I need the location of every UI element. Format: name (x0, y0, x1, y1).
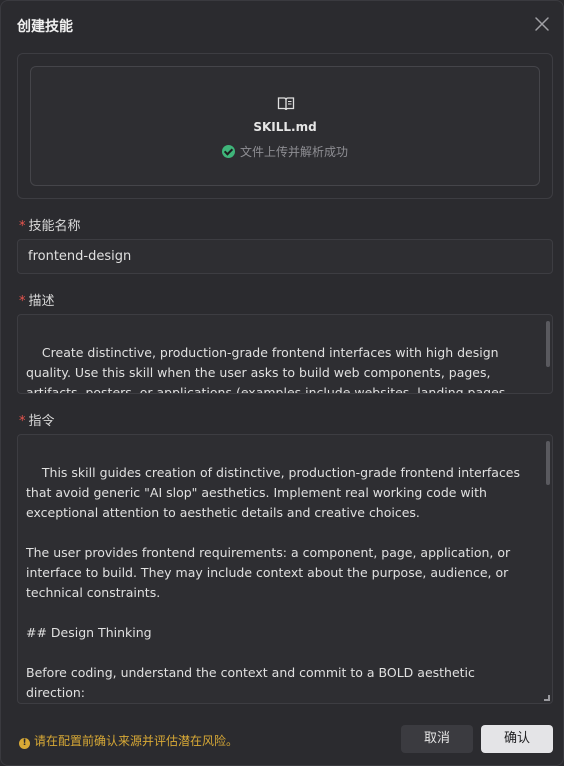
upload-status: 文件上传并解析成功 (31, 143, 539, 160)
upload-dropzone[interactable]: SKILL.md 文件上传并解析成功 (30, 66, 540, 186)
risk-warning-text: 请在配置前确认来源并评估潜在风险。 (34, 734, 239, 748)
description-label-text: 描述 (28, 294, 55, 309)
description-scrollbar[interactable] (546, 321, 550, 367)
cancel-button[interactable]: 取消 (401, 725, 473, 753)
required-mark: * (19, 294, 26, 309)
skill-name-input[interactable]: frontend-design (17, 239, 553, 274)
description-text: Create distinctive, production-grade fro… (26, 345, 510, 394)
instruction-label-text: 指令 (28, 414, 55, 429)
instruction-label: * 指令 (19, 410, 55, 429)
instruction-scrollbar[interactable] (546, 441, 550, 485)
description-label: * 描述 (19, 290, 55, 309)
confirm-button[interactable]: 确认 (481, 725, 553, 753)
required-mark: * (19, 219, 26, 234)
description-textarea[interactable]: Create distinctive, production-grade fro… (17, 314, 553, 394)
resize-handle[interactable] (544, 695, 550, 701)
check-circle-icon (221, 145, 235, 158)
required-mark: * (19, 414, 26, 429)
uploaded-file-name: SKILL.md (253, 120, 317, 134)
instruction-textarea[interactable]: This skill guides creation of distinctiv… (17, 434, 553, 704)
risk-warning: ! 请在配置前确认来源并评估潜在风险。 (19, 732, 238, 749)
create-skill-dialog: 创建技能 SKILL.md 文件上传并解析成功 * 技能名称 frontend-d… (0, 0, 564, 766)
skill-name-label-text: 技能名称 (28, 219, 81, 234)
warning-icon: ! (19, 738, 30, 749)
instruction-text: This skill guides creation of distinctiv… (26, 465, 521, 700)
upload-area: SKILL.md 文件上传并解析成功 (17, 53, 553, 199)
book-icon (277, 96, 295, 112)
upload-status-text: 文件上传并解析成功 (239, 145, 348, 159)
skill-name-label: * 技能名称 (19, 215, 81, 234)
close-icon[interactable] (533, 15, 551, 33)
dialog-title: 创建技能 (17, 19, 73, 35)
